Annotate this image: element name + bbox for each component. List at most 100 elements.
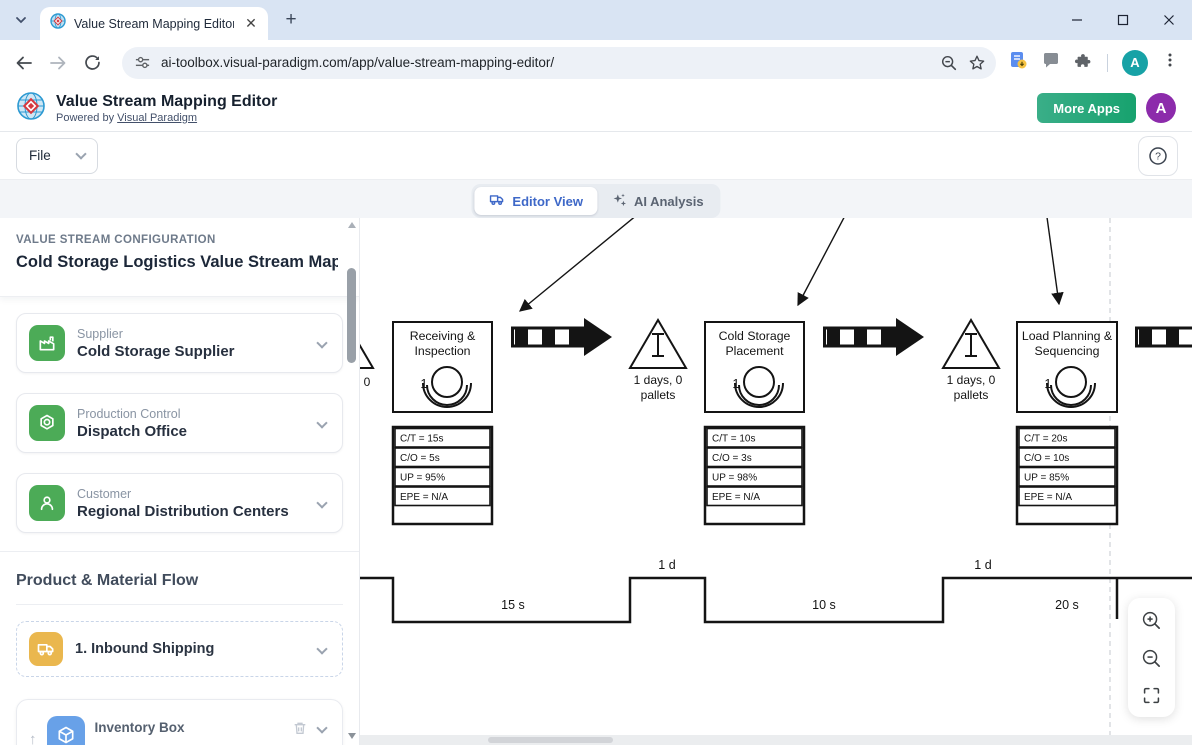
flow-item-label: Inventory Box xyxy=(95,720,283,735)
visual-paradigm-favicon xyxy=(50,13,66,34)
svg-text:C/O = 5s: C/O = 5s xyxy=(400,453,440,464)
scrollbar-down-arrow[interactable] xyxy=(348,733,356,739)
sidebar-divider xyxy=(16,604,343,605)
svg-text:Load Planning &: Load Planning & xyxy=(1022,329,1113,343)
browser-tab-strip: Value Stream Mapping Editor ✕ + xyxy=(0,0,1192,40)
zoom-out-icon[interactable] xyxy=(1141,648,1162,669)
browser-menu-kebab-icon[interactable] xyxy=(1162,52,1178,73)
data-box-cold-storage[interactable]: C/T = 10s C/O = 3s UP = 98% EPE = N/A xyxy=(705,427,804,524)
file-menu-button[interactable]: File xyxy=(16,138,98,174)
help-button[interactable]: ? xyxy=(1138,136,1178,176)
config-card-customer[interactable]: Customer Regional Distribution Centers xyxy=(16,473,343,533)
visual-paradigm-logo xyxy=(16,91,46,126)
flow-item-inventory-box[interactable]: ↑ Inventory Box xyxy=(16,699,343,745)
sidebar-scrollbar[interactable] xyxy=(346,218,358,745)
push-arrow[interactable] xyxy=(1137,318,1192,356)
config-card-supplier[interactable]: Supplier Cold Storage Supplier xyxy=(16,313,343,373)
card-role-label: Supplier xyxy=(77,327,306,341)
svg-text:UP = 95%: UP = 95% xyxy=(400,473,445,484)
configuration-sidebar: VALUE STREAM CONFIGURATION Cold Storage … xyxy=(0,218,360,745)
view-toggle: Editor View AI Analysis xyxy=(471,184,720,218)
sidebar-header: VALUE STREAM CONFIGURATION Cold Storage … xyxy=(0,218,359,297)
flow-section-heading: Product & Material Flow xyxy=(0,552,359,604)
account-avatar[interactable]: A xyxy=(1146,93,1176,123)
scrollbar-thumb[interactable] xyxy=(347,268,356,363)
window-minimize-button[interactable] xyxy=(1054,0,1100,40)
browser-tab[interactable]: Value Stream Mapping Editor ✕ xyxy=(40,7,268,40)
back-icon[interactable] xyxy=(8,47,40,79)
reading-list-download-icon[interactable] xyxy=(1008,50,1028,75)
flow-item-inbound-shipping[interactable]: 1. Inbound Shipping xyxy=(16,621,343,677)
flow-item-label: 1. Inbound Shipping xyxy=(75,641,306,657)
inventory-triangle-partial[interactable]: 0 xyxy=(360,320,373,389)
window-close-button[interactable] xyxy=(1146,0,1192,40)
process-box-cold-storage-placement[interactable]: Cold Storage Placement 1 xyxy=(705,322,804,412)
process-box-load-planning-sequencing[interactable]: Load Planning & Sequencing 1 xyxy=(1017,322,1117,412)
reload-icon[interactable] xyxy=(76,47,108,79)
tab-search-chevron-icon[interactable] xyxy=(8,7,34,33)
person-icon xyxy=(29,485,65,521)
chevron-down-icon[interactable] xyxy=(316,497,327,508)
site-settings-icon[interactable] xyxy=(134,54,151,71)
url-text[interactable]: ai-toolbox.visual-paradigm.com/app/value… xyxy=(161,55,930,70)
forward-icon[interactable] xyxy=(42,47,74,79)
truck-icon xyxy=(29,632,63,666)
svg-text:C/T = 10s: C/T = 10s xyxy=(712,434,755,445)
view-toggle-bar: Editor View AI Analysis xyxy=(0,180,1192,218)
powered-by-text: Powered by xyxy=(56,112,114,124)
chevron-down-icon[interactable] xyxy=(316,417,327,428)
browser-toolbar: ai-toolbox.visual-paradigm.com/app/value… xyxy=(0,40,1192,85)
scrollbar-thumb[interactable] xyxy=(488,737,613,743)
svg-text:EPE = N/A: EPE = N/A xyxy=(1024,492,1072,503)
data-box-receiving[interactable]: C/T = 15s C/O = 5s UP = 95% EPE = N/A xyxy=(393,427,492,524)
tab-editor-view[interactable]: Editor View xyxy=(474,187,597,215)
scrollbar-up-arrow[interactable] xyxy=(348,222,356,228)
chevron-down-icon[interactable] xyxy=(316,722,327,733)
address-bar[interactable]: ai-toolbox.visual-paradigm.com/app/value… xyxy=(122,47,996,79)
data-box-load-planning[interactable]: C/T = 20s C/O = 10s UP = 85% EPE = N/A xyxy=(1017,427,1117,524)
svg-text:Cold Storage: Cold Storage xyxy=(719,329,791,343)
browser-profile-avatar[interactable]: A xyxy=(1122,50,1148,76)
chevron-down-icon[interactable] xyxy=(316,337,327,348)
svg-text:UP = 98%: UP = 98% xyxy=(712,473,757,484)
svg-text:15 s: 15 s xyxy=(501,598,525,612)
timeline-ladder[interactable]: 15 s 1 d 10 s 1 d 20 s xyxy=(360,558,1192,622)
inventory-triangle[interactable]: 1 days, 0 pallets xyxy=(943,320,999,402)
more-apps-button[interactable]: More Apps xyxy=(1037,93,1136,123)
svg-text:C/T = 20s: C/T = 20s xyxy=(1024,434,1067,445)
comment-icon[interactable] xyxy=(1042,51,1060,74)
push-arrow[interactable] xyxy=(825,318,925,356)
zoom-indicator-icon[interactable] xyxy=(940,54,958,72)
hex-target-icon xyxy=(29,405,65,441)
editor-view-label: Editor View xyxy=(512,194,583,209)
zoom-in-icon[interactable] xyxy=(1141,610,1162,631)
inventory-triangle[interactable]: 1 days, 0 pallets xyxy=(630,320,686,402)
extensions-puzzle-icon[interactable] xyxy=(1074,51,1093,75)
svg-text:1 days, 0: 1 days, 0 xyxy=(947,373,996,387)
canvas-horizontal-scrollbar[interactable] xyxy=(360,735,1192,745)
new-tab-button[interactable]: + xyxy=(278,7,304,33)
tab-close-icon[interactable]: ✕ xyxy=(242,15,260,33)
card-value: Regional Distribution Centers xyxy=(77,503,306,520)
visual-paradigm-link[interactable]: Visual Paradigm xyxy=(117,112,197,124)
file-menu-label: File xyxy=(29,148,51,163)
process-box-receiving-inspection[interactable]: Receiving & Inspection 1 xyxy=(393,322,492,412)
svg-text:1: 1 xyxy=(420,376,427,391)
card-value: Cold Storage Supplier xyxy=(77,343,306,360)
config-card-production-control[interactable]: Production Control Dispatch Office xyxy=(16,393,343,453)
move-up-icon[interactable]: ↑ xyxy=(29,731,37,745)
toolbar-divider xyxy=(1107,54,1108,72)
menu-bar: File ? xyxy=(0,132,1192,180)
trash-icon[interactable] xyxy=(292,720,308,741)
fit-screen-icon[interactable] xyxy=(1142,686,1161,705)
truck-icon xyxy=(488,191,505,211)
tab-ai-analysis[interactable]: AI Analysis xyxy=(597,187,718,215)
sparkles-icon xyxy=(611,192,627,211)
chevron-down-icon[interactable] xyxy=(316,643,327,654)
chevron-down-icon xyxy=(75,148,86,159)
diagram-canvas[interactable]: 0 Receiving & Inspection 1 1 days, 0 pal… xyxy=(360,218,1192,745)
bookmark-star-icon[interactable] xyxy=(968,54,986,72)
information-arrow[interactable] xyxy=(520,218,1059,311)
push-arrow[interactable] xyxy=(513,318,613,356)
window-maximize-button[interactable] xyxy=(1100,0,1146,40)
